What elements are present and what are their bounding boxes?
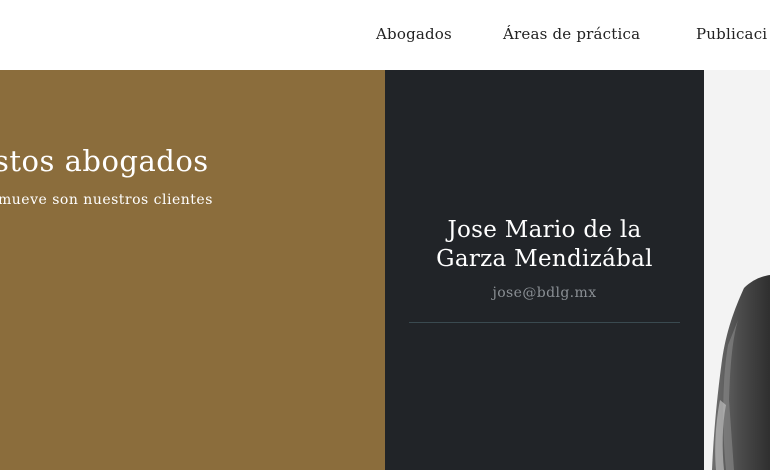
lawyer-photo-image (712, 275, 770, 470)
lawyer-photo[interactable] (704, 70, 770, 470)
lawyer-name-line-2: Garza Mendizábal (436, 246, 653, 272)
hero-title: stos abogados (0, 144, 209, 178)
lawyer-name-line-1: Jose Mario de la (447, 217, 642, 243)
nav-item-areas-de-practica[interactable]: Áreas de práctica (503, 25, 640, 43)
hero-subtitle: mueve son nuestros clientes (0, 192, 213, 208)
top-navigation-bar: Abogados Áreas de práctica Publicaci (0, 0, 770, 70)
card-divider (409, 322, 680, 323)
hero-panel: stos abogados mueve son nuestros cliente… (0, 70, 385, 470)
lawyer-card[interactable]: Jose Mario de la Garza Mendizábal jose@b… (385, 70, 704, 470)
lawyer-email-link[interactable]: jose@bdlg.mx (385, 285, 704, 301)
nav-item-publicaciones[interactable]: Publicaci (696, 25, 767, 43)
lawyer-name: Jose Mario de la Garza Mendizábal (385, 216, 704, 274)
nav-item-abogados[interactable]: Abogados (376, 25, 452, 43)
